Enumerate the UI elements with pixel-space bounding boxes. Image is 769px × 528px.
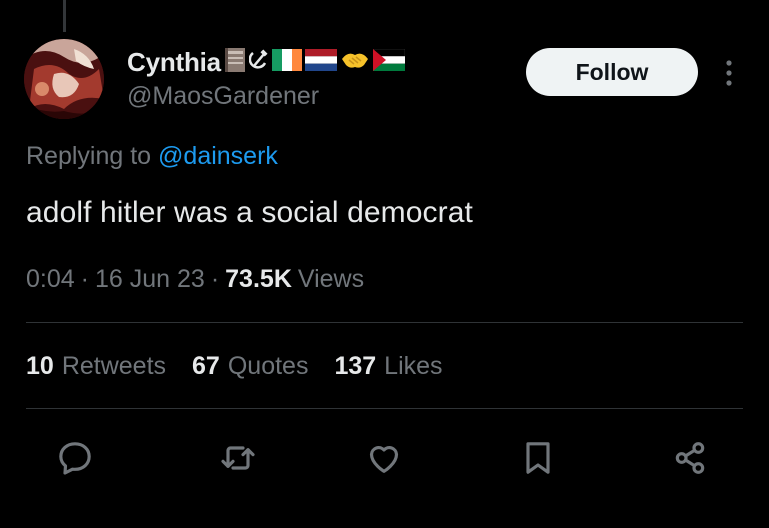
retweet-button[interactable]: [216, 436, 260, 480]
likes-count: 137: [334, 352, 377, 380]
avatar-image: [24, 39, 104, 119]
retweet-icon: [221, 446, 255, 470]
quotes-count: 67: [192, 352, 220, 380]
quotes-label: Quotes: [227, 352, 309, 380]
share-icon: [675, 442, 705, 474]
tweet-meta: 0:04 · 16 Jun 23 · 73.5K Views: [26, 265, 364, 294]
meta-separator: ·: [210, 265, 220, 293]
engagement-stats: 10 Retweets 67 Quotes 137 Likes: [26, 352, 469, 381]
meta-separator: ·: [80, 265, 89, 293]
palestine-flag-icon: [372, 48, 406, 76]
retweets-label: Retweets: [61, 352, 167, 380]
author-display-name[interactable]: Cynthia: [127, 47, 221, 78]
retweets-count: 10: [26, 352, 54, 380]
views-count: 73.5K: [225, 265, 292, 293]
bookmark-button[interactable]: [516, 436, 560, 480]
reply-button[interactable]: [53, 436, 97, 480]
likes-label: Likes: [384, 352, 443, 380]
replying-to-line: Replying to @dainserk: [26, 142, 278, 171]
views-label: Views: [297, 265, 365, 293]
author-name-row: Cynthia: [127, 44, 406, 80]
like-button[interactable]: [362, 436, 406, 480]
reply-mention-link[interactable]: @dainserk: [158, 142, 278, 170]
more-options-icon[interactable]: [718, 58, 740, 88]
netherlands-flag-icon: [304, 48, 337, 76]
follow-button[interactable]: Follow: [526, 48, 698, 96]
hammer-sickle-icon: [248, 48, 269, 76]
book-emoji-icon: [224, 47, 246, 78]
tweet-actions: [0, 436, 769, 484]
stat-quotes[interactable]: 67 Quotes: [192, 352, 308, 381]
stat-retweets[interactable]: 10 Retweets: [26, 352, 166, 381]
like-icon: [369, 446, 399, 473]
avatar[interactable]: [24, 39, 104, 119]
tweet-time[interactable]: 0:04: [26, 265, 75, 294]
author-handle[interactable]: @MaosGardener: [127, 82, 319, 111]
divider: [26, 322, 743, 323]
tweet-text: adolf hitler was a social democrat: [26, 196, 473, 229]
name-emoji-strip: [224, 47, 406, 78]
handshake-icon: [340, 49, 370, 76]
reply-icon: [59, 442, 91, 475]
share-button[interactable]: [668, 436, 712, 480]
replying-to-prefix: Replying to: [26, 142, 152, 170]
ireland-flag-icon: [271, 48, 302, 76]
bookmark-icon: [526, 442, 550, 474]
divider: [26, 408, 743, 409]
stat-likes[interactable]: 137 Likes: [334, 352, 442, 381]
thread-connector-line: [63, 0, 66, 32]
tweet-date[interactable]: 16 Jun 23: [95, 265, 205, 294]
